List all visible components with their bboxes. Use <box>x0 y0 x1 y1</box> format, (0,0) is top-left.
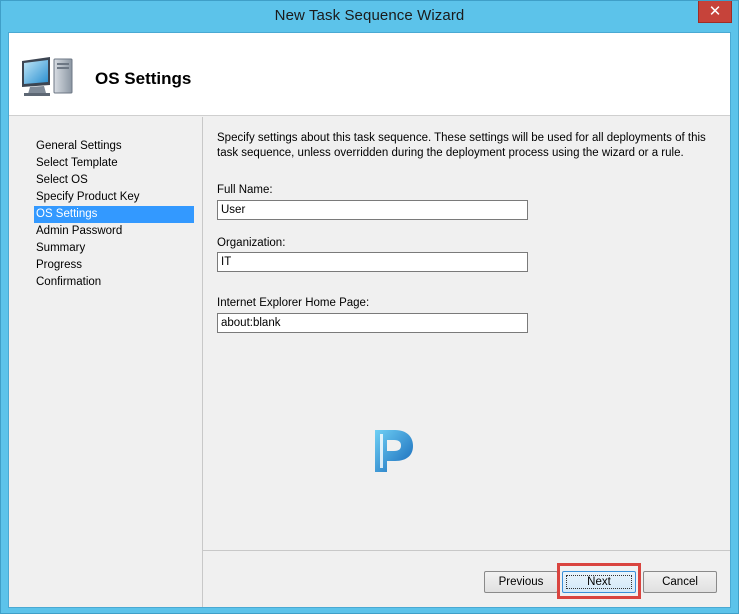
step-admin-password[interactable]: Admin Password <box>34 223 194 240</box>
step-general-settings[interactable]: General Settings <box>34 138 194 155</box>
step-os-settings[interactable]: OS Settings <box>34 206 194 223</box>
title-bar[interactable]: New Task Sequence Wizard ✕ <box>1 1 738 32</box>
organization-label: Organization: <box>217 237 286 249</box>
logo-watermark <box>375 430 413 472</box>
next-button[interactable]: Next <box>562 571 636 593</box>
wizard-window: New Task Sequence Wizard ✕ OS Settings G… <box>0 0 739 614</box>
step-summary[interactable]: Summary <box>34 240 194 257</box>
wizard-client: OS Settings General Settings Select Temp… <box>8 32 731 608</box>
instructions-text: Specify settings about this task sequenc… <box>217 132 706 159</box>
wizard-steps: General Settings Select Template Select … <box>9 117 201 607</box>
page-title: OS Settings <box>95 69 192 88</box>
home-page-input[interactable] <box>217 313 528 333</box>
close-icon: ✕ <box>708 2 722 20</box>
home-page-label: Internet Explorer Home Page: <box>217 297 370 309</box>
full-name-input[interactable] <box>217 200 528 220</box>
full-name-label: Full Name: <box>217 184 273 196</box>
close-button[interactable]: ✕ <box>698 1 732 23</box>
step-select-template[interactable]: Select Template <box>34 155 194 172</box>
step-progress[interactable]: Progress <box>34 257 194 274</box>
organization-input[interactable] <box>217 252 528 272</box>
wizard-footer: Previous Next Cancel <box>202 550 730 607</box>
window-title: New Task Sequence Wizard <box>274 7 465 24</box>
step-confirmation[interactable]: Confirmation <box>34 274 194 291</box>
settings-panel: Specify settings about this task sequenc… <box>202 117 730 553</box>
step-list: General Settings Select Template Select … <box>34 138 194 291</box>
previous-button[interactable]: Previous <box>484 571 558 593</box>
computer-icon <box>22 57 73 96</box>
step-specify-product-key[interactable]: Specify Product Key <box>34 189 194 206</box>
focus-rectangle <box>566 575 632 589</box>
step-select-os[interactable]: Select OS <box>34 172 194 189</box>
cancel-button[interactable]: Cancel <box>643 571 717 593</box>
wizard-header: OS Settings <box>9 33 730 116</box>
